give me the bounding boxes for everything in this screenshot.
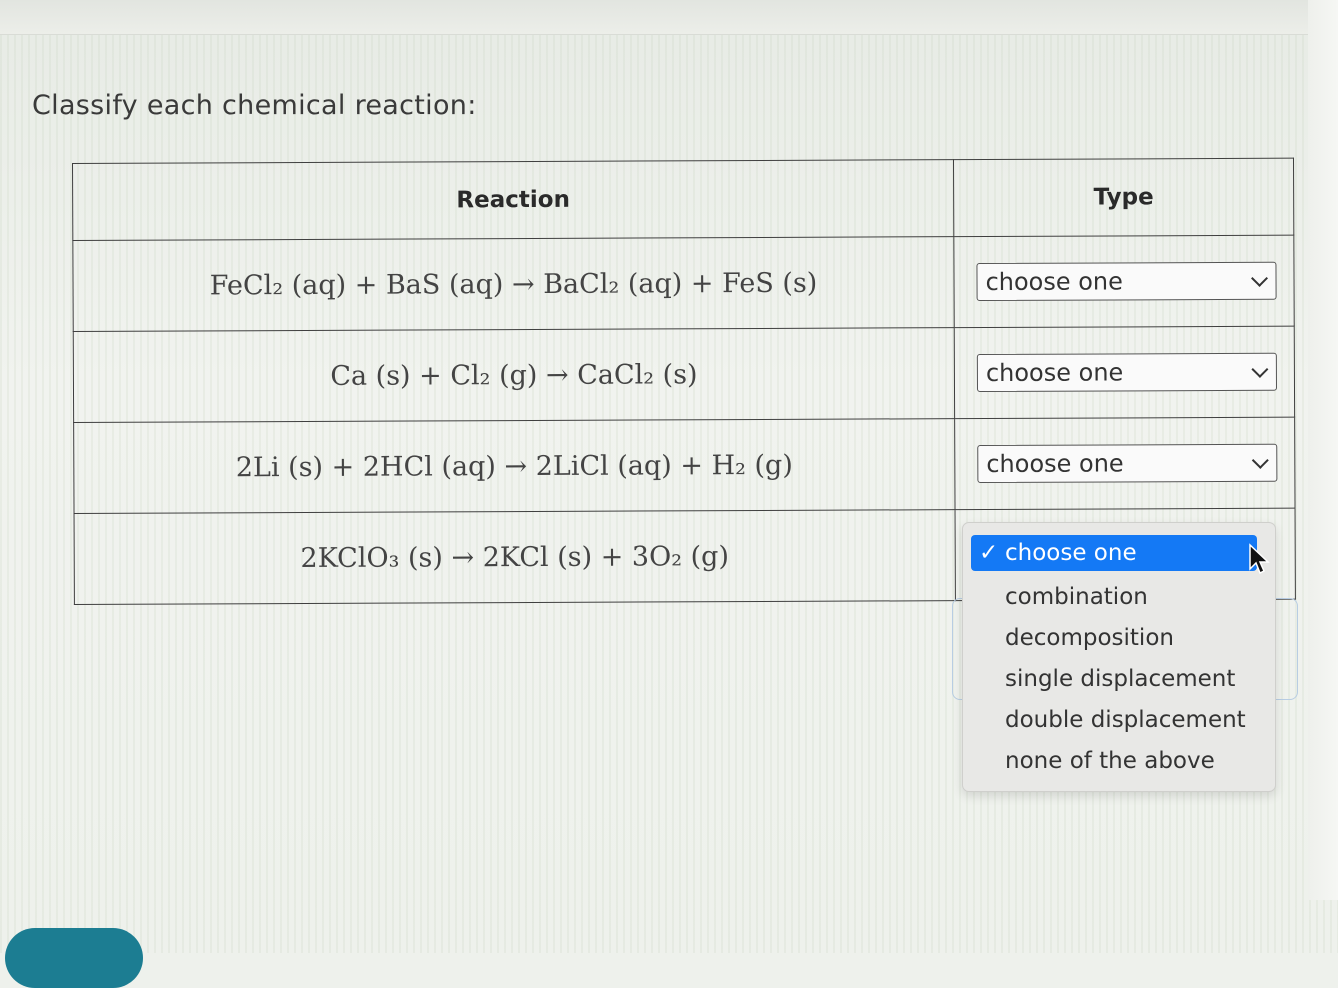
type-cell: choose one	[953, 235, 1295, 328]
chevron-down-icon	[1251, 451, 1269, 469]
type-dropdown-menu: ✓ choose one combination decomposition si…	[962, 522, 1276, 792]
type-select-row1[interactable]: choose one	[976, 261, 1277, 302]
table-row: FeCl₂ (aq) + BaS (aq) → BaCl₂ (aq) + FeS…	[72, 235, 1295, 332]
type-select-row2[interactable]: choose one	[976, 352, 1278, 393]
reaction-equation: FeCl₂ (aq) + BaS (aq) → BaCl₂ (aq) + FeS…	[72, 236, 955, 332]
dropdown-option-none-of-the-above[interactable]: none of the above	[1005, 743, 1215, 779]
select-value: choose one	[985, 358, 1124, 388]
dropdown-option-decomposition[interactable]: decomposition	[1005, 620, 1174, 656]
page-scrollbar[interactable]	[1308, 0, 1338, 900]
reaction-equation: Ca (s) + Cl₂ (g) → CaCl₂ (s)	[73, 327, 955, 423]
type-cell: choose one	[954, 326, 1295, 419]
reaction-equation: 2Li (s) + 2HCl (aq) → 2LiCl (aq) + H₂ (g…	[73, 418, 956, 514]
mouse-pointer-icon	[1249, 543, 1270, 575]
dropdown-option-single-displacement[interactable]: single displacement	[1005, 661, 1235, 697]
type-select-row3[interactable]: choose one	[977, 443, 1278, 484]
dropdown-option-double-displacement[interactable]: double displacement	[1005, 702, 1246, 738]
question-prompt: Classify each chemical reaction:	[32, 90, 477, 121]
select-value: choose one	[985, 267, 1123, 297]
header-type: Type	[953, 158, 1294, 237]
chevron-down-icon	[1251, 269, 1269, 287]
type-cell: choose one	[954, 417, 1296, 510]
dropdown-option-combination[interactable]: combination	[1005, 579, 1148, 615]
header-reaction: Reaction	[72, 159, 954, 241]
top-bar	[0, 0, 1338, 35]
checkmark-icon: ✓	[979, 540, 999, 566]
chevron-down-icon	[1251, 360, 1269, 378]
select-value: choose one	[986, 449, 1124, 479]
dropdown-option-choose-one[interactable]: ✓ choose one	[971, 535, 1257, 571]
check-button[interactable]	[5, 928, 143, 988]
reaction-equation: 2KClO₃ (s) → 2KCl (s) + 3O₂ (g)	[74, 509, 956, 605]
table-row: 2Li (s) + 2HCl (aq) → 2LiCl (aq) + H₂ (g…	[73, 417, 1296, 514]
table-header-row: Reaction Type	[72, 158, 1294, 241]
table-row: Ca (s) + Cl₂ (g) → CaCl₂ (s) choose one	[73, 326, 1295, 423]
